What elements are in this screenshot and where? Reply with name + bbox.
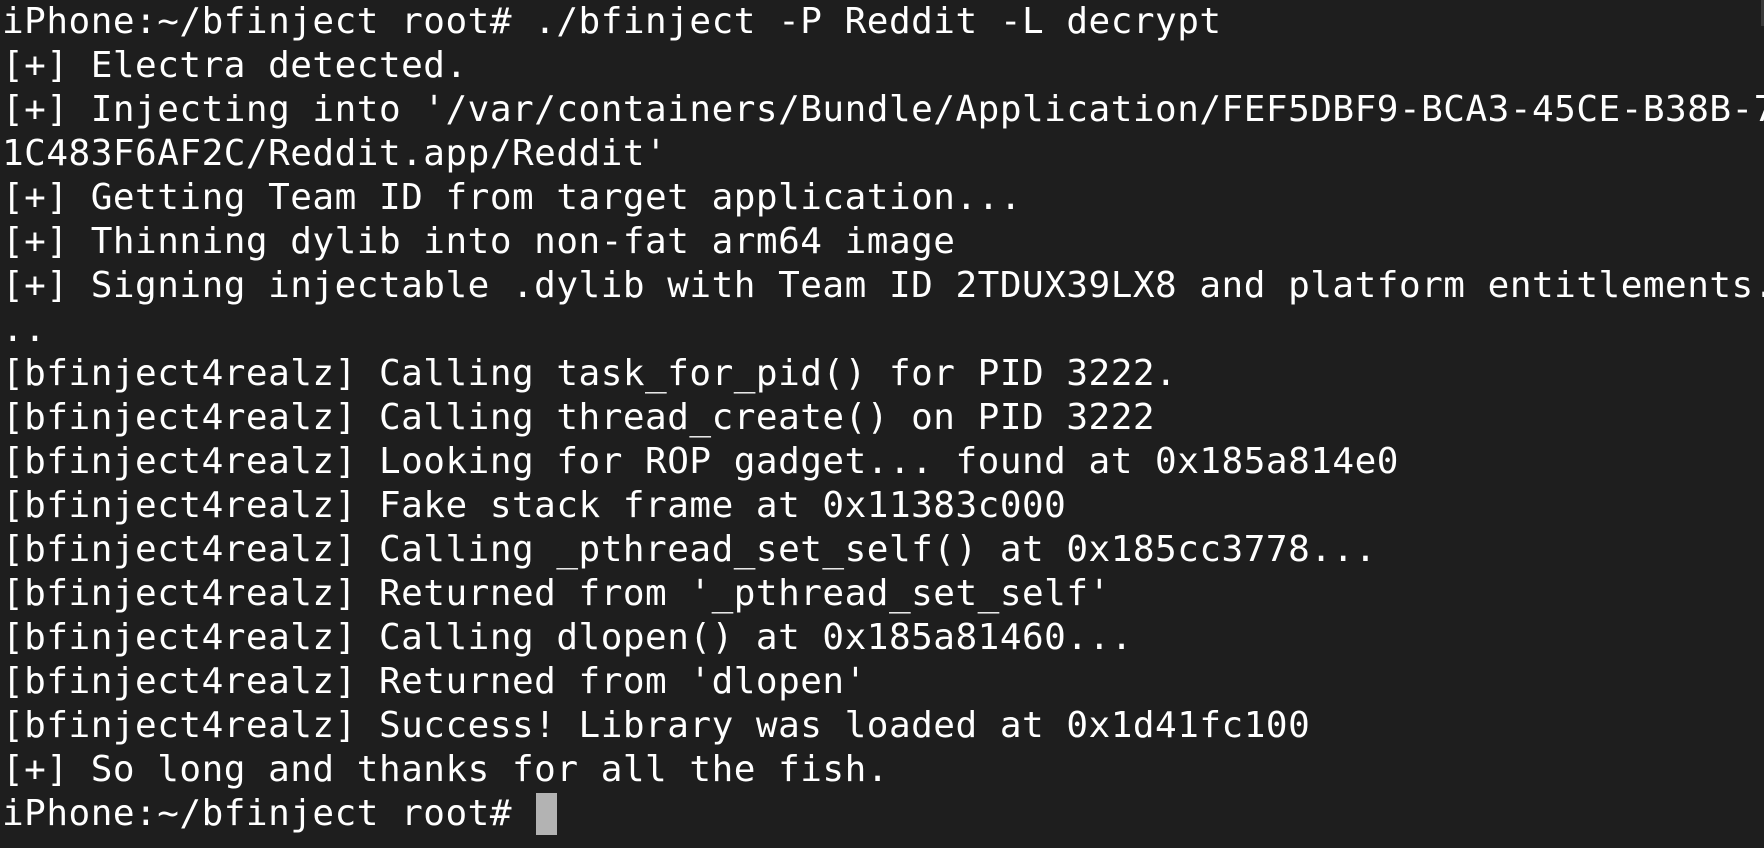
terminal-line: .. — [2, 309, 47, 350]
terminal-line: [+] So long and thanks for all the fish. — [2, 749, 889, 790]
shell-prompt: iPhone:~/bfinject root# — [2, 793, 535, 834]
terminal-line: [+] Thinning dylib into non-fat arm64 im… — [2, 221, 956, 262]
terminal-window[interactable]: iPhone:~/bfinject root# ./bfinject -P Re… — [0, 0, 1764, 848]
terminal-line: [bfinject4realz] Calling dlopen() at 0x1… — [2, 617, 1133, 658]
command-prompt-line[interactable]: iPhone:~/bfinject root# — [2, 792, 1764, 836]
terminal-line: 1C483F6AF2C/Reddit.app/Reddit' — [2, 133, 668, 174]
terminal-line: [bfinject4realz] Returned from '_pthread… — [2, 573, 1111, 614]
terminal-line: iPhone:~/bfinject root# ./bfinject -P Re… — [2, 1, 1222, 42]
terminal-line: [bfinject4realz] Calling task_for_pid() … — [2, 353, 1178, 394]
terminal-line: [bfinject4realz] Returned from 'dlopen' — [2, 661, 867, 702]
terminal-line: [bfinject4realz] Fake stack frame at 0x1… — [2, 485, 1067, 526]
text-cursor — [536, 793, 558, 835]
terminal-line: [+] Electra detected. — [2, 45, 468, 86]
terminal-line: [+] Signing injectable .dylib with Team … — [2, 265, 1764, 306]
terminal-line: [+] Injecting into '/var/containers/Bund… — [2, 89, 1764, 130]
terminal-line: [bfinject4realz] Calling _pthread_set_se… — [2, 529, 1377, 570]
terminal-line: [+] Getting Team ID from target applicat… — [2, 177, 1022, 218]
terminal-line: [bfinject4realz] Calling thread_create()… — [2, 397, 1156, 438]
terminal-line: [bfinject4realz] Success! Library was lo… — [2, 705, 1311, 746]
terminal-line: [bfinject4realz] Looking for ROP gadget.… — [2, 441, 1399, 482]
terminal-output: iPhone:~/bfinject root# ./bfinject -P Re… — [2, 0, 1764, 836]
